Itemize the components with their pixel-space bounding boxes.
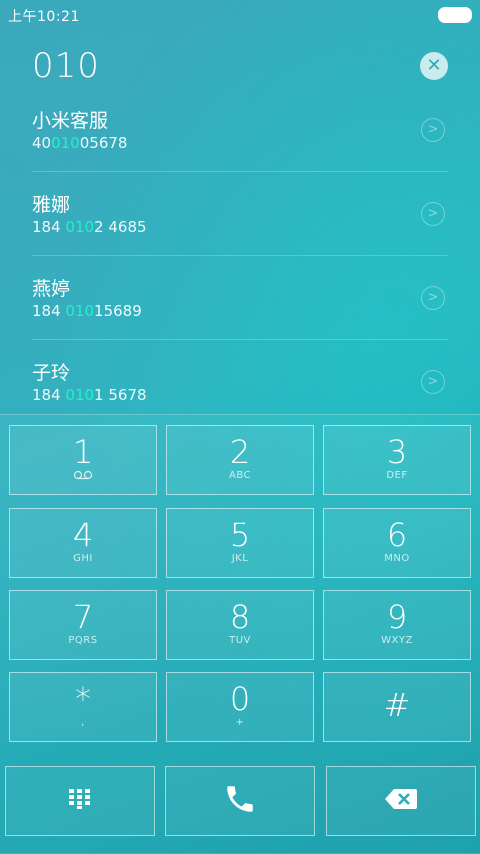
contact-list: 小米客服 4001005678 > 雅娜 184 0102 4685 > 燕婷 … [0,88,480,424]
key-digit: 0 [229,680,251,718]
dialed-number: 010 [32,46,100,86]
key-digit: 2 [229,433,251,471]
key-star[interactable]: * , [9,672,157,742]
key-9[interactable]: 9 WXYZ [323,590,471,660]
chevron-right-icon[interactable]: > [421,118,445,142]
contact-number: 184 0102 4685 [32,218,147,236]
key-digit: 4 [72,516,94,554]
backspace-button[interactable] [326,766,476,836]
key-digit: 1 [72,433,94,471]
key-hash[interactable]: # [323,672,471,742]
keypad-toggle-button[interactable] [5,766,155,836]
contact-name: 子玲 [32,362,71,384]
phone-icon [223,782,257,820]
contact-number: 184 0101 5678 [32,386,147,404]
key-7[interactable]: 7 PQRS [9,590,157,660]
key-digit: 7 [72,598,94,636]
contact-name: 小米客服 [32,110,109,132]
contact-row[interactable]: 小米客服 4001005678 > [0,88,480,172]
key-2[interactable]: 2 ABC [166,425,314,495]
contact-row[interactable]: 燕婷 184 01015689 > [0,256,480,340]
number-match: 010 [65,302,95,320]
chevron-right-icon[interactable]: > [421,370,445,394]
clear-button[interactable]: ✕ [420,52,448,80]
contact-row[interactable]: 子玲 184 0101 5678 > [0,340,480,424]
voicemail-icon [10,470,156,483]
number-match: 010 [65,386,95,404]
key-letters: JKL [231,553,249,564]
key-digit: 8 [229,598,251,636]
key-digit: 6 [386,516,408,554]
call-button[interactable] [165,766,315,836]
contact-number: 184 01015689 [32,302,142,320]
key-0[interactable]: 0 + [166,672,314,742]
contact-name: 雅娜 [32,194,71,216]
chevron-right-icon[interactable]: > [421,286,445,310]
key-letters: DEF [386,470,408,481]
key-digit: 3 [386,433,408,471]
key-6[interactable]: 6 MNO [323,508,471,578]
key-3[interactable]: 3 DEF [323,425,471,495]
key-1[interactable]: 1 [9,425,157,495]
key-letters: ABC [228,470,251,481]
battery-icon [438,7,472,23]
key-digit: # [383,686,411,724]
contact-row[interactable]: 雅娜 184 0102 4685 > [0,172,480,256]
key-letters: PQRS [68,635,98,646]
key-digit: * [75,680,91,718]
status-bar: 上午10:21 [0,0,480,28]
contact-number: 4001005678 [32,134,128,152]
contact-name: 燕婷 [32,278,71,300]
key-4[interactable]: 4 GHI [9,508,157,578]
backspace-icon [385,789,417,813]
keypad-icon [69,789,91,813]
key-8[interactable]: 8 TUV [166,590,314,660]
key-5[interactable]: 5 JKL [166,508,314,578]
key-letters: + [235,717,245,728]
number-match: 010 [51,134,80,152]
clear-icon: ✕ [426,55,442,76]
status-time: 上午10:21 [8,9,80,25]
key-letters: TUV [229,635,251,646]
number-match: 010 [65,218,95,236]
key-digit: 9 [386,598,408,636]
key-digit: 5 [229,516,251,554]
chevron-right-icon[interactable]: > [421,202,445,226]
key-letters: GHI [73,553,93,564]
key-letters: MNO [384,553,410,564]
key-letters: , [81,717,85,728]
key-letters: WXYZ [381,635,413,646]
